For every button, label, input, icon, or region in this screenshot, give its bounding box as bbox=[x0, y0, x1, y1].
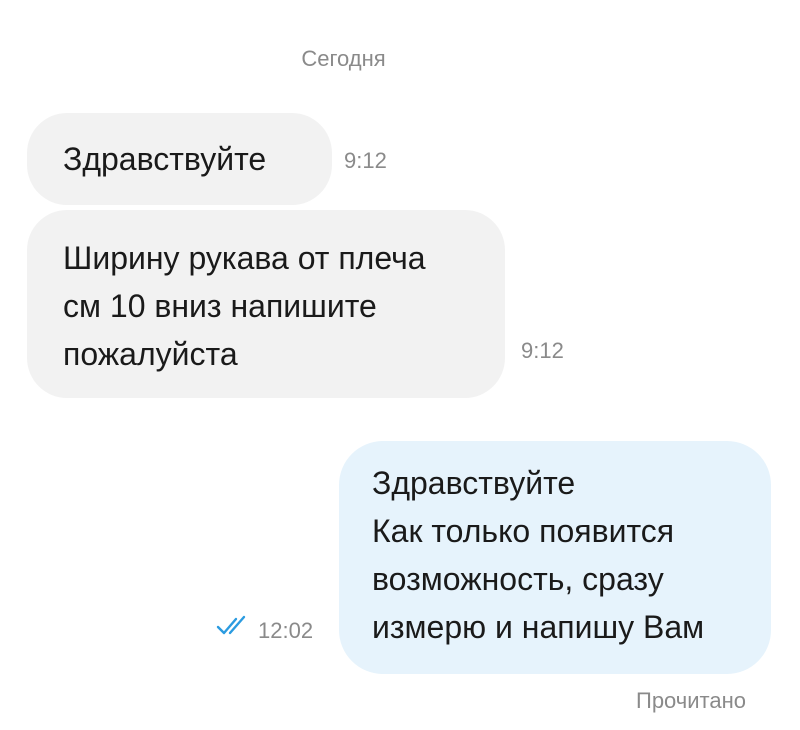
incoming-message-bubble[interactable]: Ширину рукава от плеча см 10 вниз напиши… bbox=[27, 210, 505, 398]
message-time: 9:12 bbox=[344, 148, 387, 173]
message-time: 12:02 bbox=[258, 618, 314, 643]
incoming-message-bubble[interactable]: Здравствуйте bbox=[27, 113, 332, 205]
outgoing-message-bubble[interactable]: Здравствуйте Как только появится возможн… bbox=[339, 441, 771, 674]
read-status: Прочитано bbox=[636, 688, 746, 713]
date-separator: Сегодня bbox=[301, 46, 386, 71]
double-check-icon bbox=[216, 615, 246, 635]
message-time: 9:12 bbox=[521, 338, 564, 363]
